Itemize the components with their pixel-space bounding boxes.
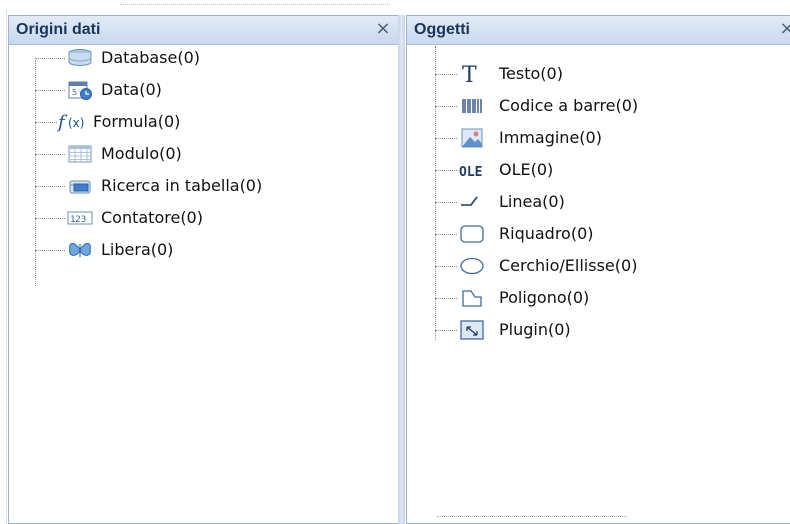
tree-item-label: Libera(0) bbox=[101, 240, 174, 259]
barcode-icon bbox=[459, 95, 485, 117]
database-icon bbox=[67, 47, 93, 69]
svg-text:f: f bbox=[57, 112, 68, 133]
data-sources-title: Origini dati bbox=[16, 21, 101, 38]
tree-line bbox=[35, 60, 36, 286]
butterfly-icon bbox=[67, 239, 93, 261]
plugin-icon bbox=[459, 319, 485, 341]
tree-item-label: Contatore(0) bbox=[101, 208, 203, 227]
counter-icon: 123 bbox=[67, 207, 93, 229]
objects-panel: Oggetti × T Testo(0) Codice a barre(0) I… bbox=[406, 15, 790, 524]
svg-text:5: 5 bbox=[72, 88, 77, 97]
top-ruler bbox=[120, 4, 390, 5]
tree-connector bbox=[35, 250, 65, 251]
tree-item-label: Testo(0) bbox=[499, 64, 563, 83]
svg-text:OLE: OLE bbox=[459, 165, 482, 180]
ole-icon: OLE bbox=[459, 159, 485, 181]
tree-connector bbox=[35, 58, 65, 59]
panel-bottom-edge bbox=[437, 516, 627, 521]
form-grid-icon bbox=[67, 143, 93, 165]
close-icon[interactable]: × bbox=[777, 19, 790, 39]
tree-item-label: Modulo(0) bbox=[101, 144, 182, 163]
tree-connector bbox=[35, 218, 65, 219]
svg-text:T: T bbox=[462, 63, 477, 85]
tree-item-label: Linea(0) bbox=[499, 192, 565, 211]
text-icon: T bbox=[459, 63, 485, 88]
tree-connector bbox=[435, 106, 457, 107]
tree-item-label: Formula(0) bbox=[93, 112, 181, 131]
top-edge bbox=[0, 0, 790, 10]
tree-item-label: Data(0) bbox=[101, 80, 162, 99]
tree-item-label: Codice a barre(0) bbox=[499, 96, 639, 115]
tree-connector bbox=[435, 170, 457, 171]
line-icon bbox=[459, 191, 485, 213]
left-ruler bbox=[0, 10, 7, 524]
tree-item-label: OLE(0) bbox=[499, 160, 554, 179]
tree-item-label: Ricerca in tabella(0) bbox=[101, 176, 263, 195]
objects-title: Oggetti bbox=[414, 21, 470, 38]
rectangle-icon bbox=[459, 223, 485, 245]
tree-connector bbox=[435, 234, 457, 235]
tree-connector bbox=[35, 154, 65, 155]
table-lookup-icon bbox=[67, 175, 93, 197]
tree-connector bbox=[435, 202, 457, 203]
tree-connector bbox=[35, 90, 65, 91]
objects-header: Oggetti × bbox=[407, 16, 790, 45]
close-icon[interactable]: × bbox=[373, 19, 393, 39]
tree-item-label: Immagine(0) bbox=[499, 128, 602, 147]
tree-connector bbox=[435, 298, 457, 299]
ellipse-icon bbox=[459, 255, 485, 277]
svg-text:(x): (x) bbox=[68, 116, 84, 130]
tree-line bbox=[435, 46, 436, 340]
tree-connector bbox=[35, 122, 57, 123]
tree-item-label: Plugin(0) bbox=[499, 320, 571, 339]
tree-item-label: Poligono(0) bbox=[499, 288, 590, 307]
calendar-icon: 5 bbox=[67, 79, 93, 101]
tree-item-label: Riquadro(0) bbox=[499, 224, 594, 243]
image-icon bbox=[459, 127, 485, 149]
tree-item-label: Database(0) bbox=[101, 48, 201, 67]
tree-item-label: Cerchio/Ellisse(0) bbox=[499, 256, 638, 275]
tree-connector bbox=[435, 138, 457, 139]
tree-connector bbox=[435, 74, 457, 75]
data-sources-panel: Origini dati × Database(0) 5 Data(0) f (… bbox=[8, 15, 399, 524]
svg-text:123: 123 bbox=[70, 215, 86, 225]
formula-icon: f (x) bbox=[56, 111, 93, 133]
tree-connector bbox=[435, 266, 457, 267]
tree-connector bbox=[435, 330, 457, 331]
tree-connector bbox=[35, 186, 65, 187]
panel-splitter[interactable] bbox=[398, 15, 405, 524]
data-sources-header: Origini dati × bbox=[9, 16, 398, 45]
polygon-icon bbox=[459, 287, 485, 309]
